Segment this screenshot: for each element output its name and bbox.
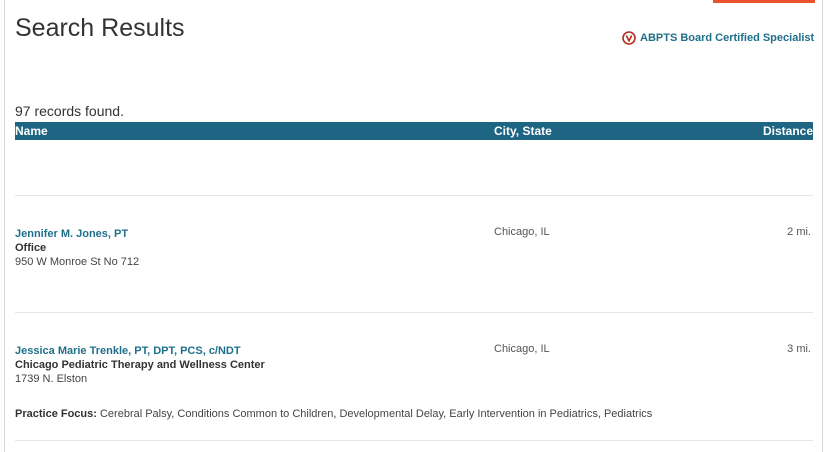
column-header-name[interactable]: Name	[15, 124, 48, 138]
results-table-header: Name City, State Distance	[15, 122, 813, 140]
column-header-city-state[interactable]: City, State	[494, 124, 552, 138]
provider-address: 1739 N. Elston	[15, 373, 88, 385]
results-panel	[4, 0, 823, 452]
practice-name: Chicago Pediatric Therapy and Wellness C…	[15, 359, 265, 371]
provider-distance: 3 mi.	[787, 343, 811, 355]
row-divider	[15, 440, 813, 441]
abpts-badge-icon	[622, 31, 636, 45]
practice-focus-value: Cerebral Palsy, Conditions Common to Chi…	[99, 408, 653, 420]
practice-focus-label: Practice Focus:	[15, 408, 97, 420]
records-count: 97 records found.	[15, 103, 124, 119]
provider-name-link[interactable]: Jessica Marie Trenkle, PT, DPT, PCS, c/N…	[15, 345, 241, 357]
column-header-distance[interactable]: Distance	[723, 124, 813, 138]
location-type: Office	[15, 242, 47, 254]
provider-address: 950 W Monroe St No 712	[15, 256, 140, 268]
board-certified-legend: ABPTS Board Certified Specialist	[622, 31, 814, 45]
legend-label: ABPTS Board Certified Specialist	[640, 32, 815, 44]
provider-name-link[interactable]: Jennifer M. Jones, PT	[15, 228, 128, 240]
row-divider	[15, 312, 813, 313]
page-title: Search Results	[15, 14, 185, 42]
top-accent-bar	[713, 0, 815, 3]
provider-city-state: Chicago, IL	[494, 343, 550, 355]
provider-distance: 2 mi.	[787, 226, 811, 238]
practice-focus: Practice Focus: Cerebral Palsy, Conditio…	[15, 408, 652, 420]
row-divider	[15, 195, 813, 196]
provider-city-state: Chicago, IL	[494, 226, 550, 238]
